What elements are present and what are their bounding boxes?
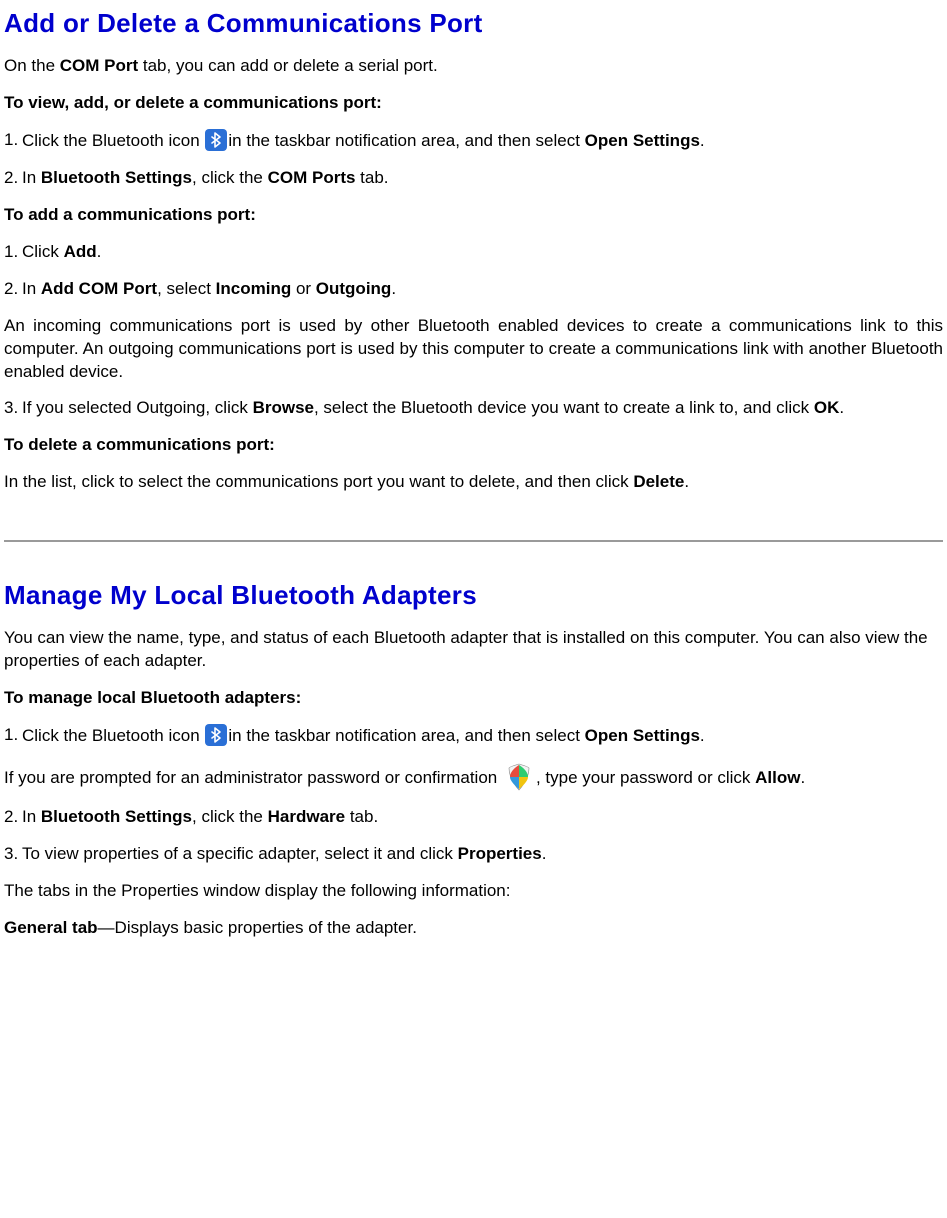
text: .	[97, 242, 102, 261]
admin-prompt-paragraph: If you are prompted for an administrator…	[4, 762, 943, 792]
uac-shield-icon	[504, 762, 534, 792]
subheading-to-delete: To delete a communications port:	[4, 434, 943, 457]
step-number: 1.	[4, 724, 22, 748]
explain-paragraph: An incoming communications port is used …	[4, 315, 943, 384]
add-step-1: 1. Click Add.	[4, 241, 943, 264]
text: , select	[157, 279, 216, 298]
bold-com-port: COM Port	[60, 56, 138, 75]
bold-com-ports: COM Ports	[268, 168, 356, 187]
step-body: If you selected Outgoing, click Browse, …	[22, 397, 943, 420]
text: .	[839, 398, 844, 417]
subheading-view-add-delete: To view, add, or delete a communications…	[4, 92, 943, 115]
step-number: 2.	[4, 278, 22, 301]
bold-outgoing: Outgoing	[316, 279, 392, 298]
bold-incoming: Incoming	[216, 279, 292, 298]
text: If you selected Outgoing, click	[22, 398, 253, 417]
text: tab, you can add or delete a serial port…	[138, 56, 438, 75]
step-body: To view properties of a specific adapter…	[22, 843, 943, 866]
step-number: 3.	[4, 843, 22, 866]
subheading-to-manage: To manage local Bluetooth adapters:	[4, 687, 943, 710]
text: .	[700, 726, 705, 745]
text: If you are prompted for an administrator…	[4, 768, 502, 787]
subheading-to-add: To add a communications port:	[4, 204, 943, 227]
bluetooth-icon	[205, 724, 227, 746]
step-body: In Bluetooth Settings, click the Hardwar…	[22, 806, 943, 829]
text: Click	[22, 242, 64, 261]
bold-add: Add	[64, 242, 97, 261]
bold-open-settings: Open Settings	[585, 726, 700, 745]
text: .	[391, 279, 396, 298]
general-tab-paragraph: General tab—Displays basic properties of…	[4, 917, 943, 940]
bold-hardware: Hardware	[268, 807, 345, 826]
text: in the taskbar notification area, and th…	[228, 131, 584, 150]
intro-paragraph: On the COM Port tab, you can add or dele…	[4, 55, 943, 78]
step-number: 2.	[4, 806, 22, 829]
text: in the taskbar notification area, and th…	[228, 726, 584, 745]
delete-paragraph: In the list, click to select the communi…	[4, 471, 943, 494]
tabs-intro-paragraph: The tabs in the Properties window displa…	[4, 880, 943, 903]
text: In the list, click to select the communi…	[4, 472, 633, 491]
text: —Displays basic properties of the adapte…	[98, 918, 417, 937]
text: Click the Bluetooth icon	[22, 726, 204, 745]
bluetooth-icon	[205, 129, 227, 151]
text: In	[22, 168, 41, 187]
text: On the	[4, 56, 60, 75]
text: .	[801, 768, 806, 787]
step-body: Click Add.	[22, 241, 943, 264]
step-body: In Bluetooth Settings, click the COM Por…	[22, 167, 943, 190]
bold-delete: Delete	[633, 472, 684, 491]
text: tab.	[345, 807, 378, 826]
intro-paragraph-2: You can view the name, type, and status …	[4, 627, 943, 673]
step-number: 1.	[4, 129, 22, 153]
text: .	[542, 844, 547, 863]
text: In	[22, 279, 41, 298]
text: .	[684, 472, 689, 491]
heading-add-delete-com-port: Add or Delete a Communications Port	[4, 6, 943, 41]
step-body: Click the Bluetooth icon in the taskbar …	[22, 724, 943, 748]
text: .	[700, 131, 705, 150]
text: Click the Bluetooth icon	[22, 131, 204, 150]
section-divider	[4, 540, 943, 542]
text: To view properties of a specific adapter…	[22, 844, 458, 863]
manage-step-2: 2. In Bluetooth Settings, click the Hard…	[4, 806, 943, 829]
heading-manage-adapters: Manage My Local Bluetooth Adapters	[4, 578, 943, 613]
bold-browse: Browse	[253, 398, 314, 417]
text: , click the	[192, 807, 268, 826]
bold-general-tab: General tab	[4, 918, 98, 937]
step-number: 1.	[4, 241, 22, 264]
manage-step-1: 1. Click the Bluetooth icon in the taskb…	[4, 724, 943, 748]
text: tab.	[355, 168, 388, 187]
bold-ok: OK	[814, 398, 840, 417]
text: In	[22, 807, 41, 826]
manage-step-3: 3. To view properties of a specific adap…	[4, 843, 943, 866]
add-step-3: 3. If you selected Outgoing, click Brows…	[4, 397, 943, 420]
bold-add-com-port: Add COM Port	[41, 279, 157, 298]
text: , click the	[192, 168, 268, 187]
bold-open-settings: Open Settings	[585, 131, 700, 150]
text: , select the Bluetooth device you want t…	[314, 398, 814, 417]
step-body: Click the Bluetooth icon in the taskbar …	[22, 129, 943, 153]
step-body: In Add COM Port, select Incoming or Outg…	[22, 278, 943, 301]
text: or	[291, 279, 316, 298]
step-2: 2. In Bluetooth Settings, click the COM …	[4, 167, 943, 190]
text: , type your password or click	[536, 768, 755, 787]
step-number: 2.	[4, 167, 22, 190]
step-1: 1. Click the Bluetooth icon in the taskb…	[4, 129, 943, 153]
bold-properties: Properties	[458, 844, 542, 863]
bold-bluetooth-settings: Bluetooth Settings	[41, 807, 192, 826]
bold-allow: Allow	[755, 768, 800, 787]
bold-bluetooth-settings: Bluetooth Settings	[41, 168, 192, 187]
add-step-2: 2. In Add COM Port, select Incoming or O…	[4, 278, 943, 301]
step-number: 3.	[4, 397, 22, 420]
